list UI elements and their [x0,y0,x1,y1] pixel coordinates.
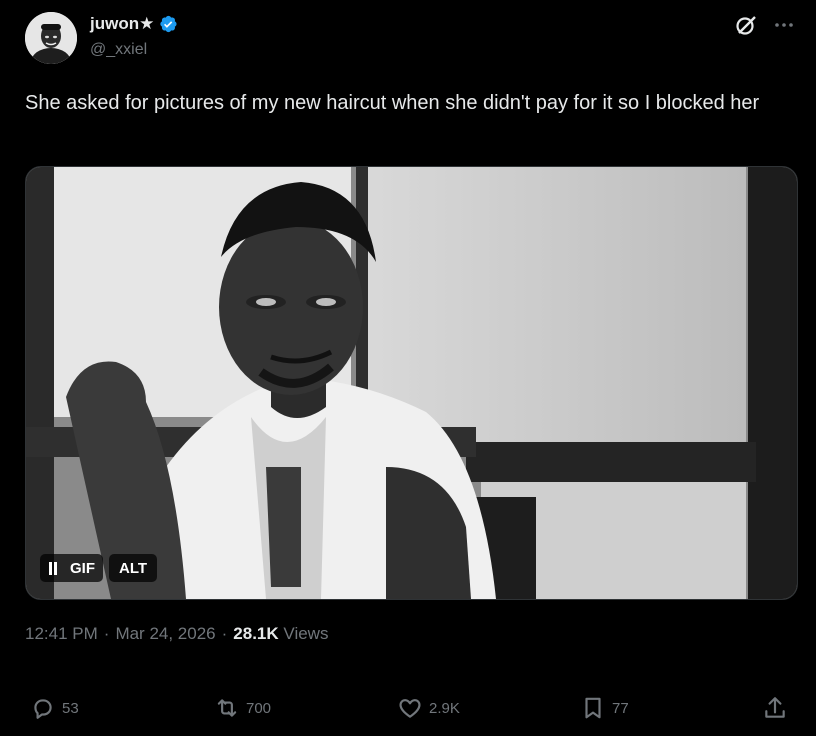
reply-count: 53 [62,699,79,717]
tweet-time[interactable]: 12:41 PM [25,624,98,644]
share-button[interactable] [762,688,788,728]
author-display-name[interactable]: juwon★ [90,14,154,34]
gif-label: GIF [70,559,95,577]
meta-separator: · [221,624,228,643]
more-options-icon[interactable] [773,14,795,36]
reply-icon [34,699,52,719]
bookmark-icon [585,697,601,719]
reply-button[interactable]: 53 [30,688,79,728]
gif-pause-button[interactable]: GIF [40,554,103,582]
repost-count: 700 [246,699,272,717]
grok-icon[interactable] [734,13,758,37]
repost-button[interactable]: 700 [214,688,271,728]
action-bar: 53 700 2.9K 77 [0,688,816,728]
bookmark-button[interactable]: 77 [580,688,629,728]
verified-badge-icon [158,14,178,34]
alt-text-button[interactable]: ALT [109,554,158,582]
share-icon [765,697,785,718]
repost-icon [217,699,237,717]
views-label: Views [283,624,329,643]
tweet-date[interactable]: Mar 24, 2026 [115,624,215,644]
tweet-text: She asked for pictures of my new haircut… [25,92,760,114]
author-name[interactable]: juwon★ [90,14,178,34]
gif-controls: GIF ALT [40,554,158,582]
views-count: 28.1K [233,624,279,643]
meta-separator: · [103,624,110,643]
tweet-meta: 12:41 PM · Mar 24, 2026 · 28.1K Views [25,624,328,644]
tweet-media-gif[interactable] [25,166,798,600]
like-button[interactable]: 2.9K [397,688,460,728]
like-count: 2.9K [429,699,460,717]
pause-icon [48,561,58,575]
author-handle[interactable]: @_xxiel [90,41,147,59]
bookmark-count: 77 [612,699,629,717]
heart-icon [399,699,421,718]
author-avatar[interactable] [25,12,77,64]
